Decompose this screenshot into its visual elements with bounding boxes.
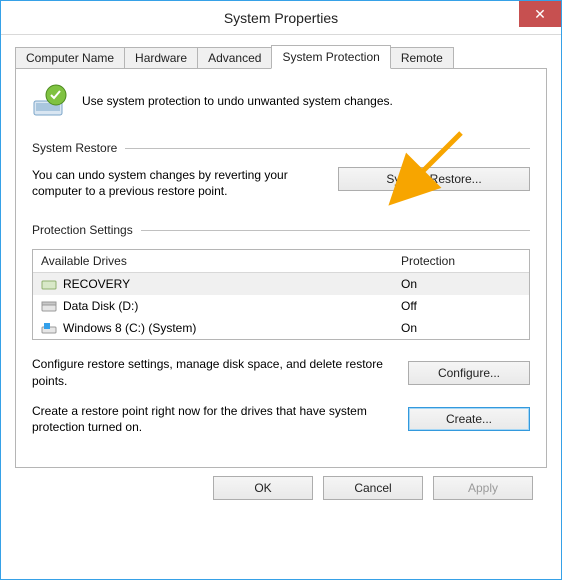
drive-name: Data Disk (D:) xyxy=(63,299,138,313)
divider xyxy=(141,230,530,231)
restore-description: You can undo system changes by reverting… xyxy=(32,167,320,199)
apply-button: Apply xyxy=(433,476,533,500)
table-row[interactable]: RECOVERY On xyxy=(33,273,529,295)
create-button[interactable]: Create... xyxy=(408,407,530,431)
tab-panel: Use system protection to undo unwanted s… xyxy=(15,68,547,468)
drive-icon xyxy=(41,300,57,313)
cancel-button[interactable]: Cancel xyxy=(323,476,423,500)
drive-icon xyxy=(41,278,57,291)
drive-status: Off xyxy=(401,299,521,313)
configure-row: Configure restore settings, manage disk … xyxy=(32,356,530,388)
close-icon: ✕ xyxy=(534,6,546,23)
table-row[interactable]: Windows 8 (C:) (System) On xyxy=(33,317,529,339)
tab-system-protection[interactable]: System Protection xyxy=(271,45,390,69)
dialog-footer: OK Cancel Apply xyxy=(15,468,547,500)
window-title: System Properties xyxy=(224,10,338,26)
table-row[interactable]: Data Disk (D:) Off xyxy=(33,295,529,317)
drive-name: Windows 8 (C:) (System) xyxy=(63,321,196,335)
protection-settings-label: Protection Settings xyxy=(32,223,133,237)
tab-remote[interactable]: Remote xyxy=(390,47,454,69)
drive-status: On xyxy=(401,277,521,291)
configure-button[interactable]: Configure... xyxy=(408,361,530,385)
create-description: Create a restore point right now for the… xyxy=(32,403,390,435)
restore-row: You can undo system changes by reverting… xyxy=(32,167,530,199)
tab-strip: Computer Name Hardware Advanced System P… xyxy=(15,47,547,69)
tab-computer-name[interactable]: Computer Name xyxy=(15,47,125,69)
divider xyxy=(125,148,530,149)
close-button[interactable]: ✕ xyxy=(519,1,561,27)
system-restore-heading: System Restore xyxy=(32,141,530,155)
dialog-body: Computer Name Hardware Advanced System P… xyxy=(1,35,561,510)
tab-hardware[interactable]: Hardware xyxy=(124,47,198,69)
drive-status: On xyxy=(401,321,521,335)
column-protection[interactable]: Protection xyxy=(401,254,521,268)
column-available-drives[interactable]: Available Drives xyxy=(41,254,401,268)
intro-row: Use system protection to undo unwanted s… xyxy=(32,83,530,119)
drive-icon xyxy=(41,322,57,335)
system-restore-button[interactable]: System Restore... xyxy=(338,167,530,191)
system-restore-label: System Restore xyxy=(32,141,117,155)
configure-description: Configure restore settings, manage disk … xyxy=(32,356,390,388)
drives-header: Available Drives Protection xyxy=(33,250,529,273)
drive-name: RECOVERY xyxy=(63,277,130,291)
system-protection-icon xyxy=(32,83,68,119)
titlebar: System Properties ✕ xyxy=(1,1,561,35)
drives-table: Available Drives Protection RECOVERY On xyxy=(32,249,530,340)
ok-button[interactable]: OK xyxy=(213,476,313,500)
tab-advanced[interactable]: Advanced xyxy=(197,47,272,69)
intro-text: Use system protection to undo unwanted s… xyxy=(82,94,393,108)
protection-settings-heading: Protection Settings xyxy=(32,223,530,237)
create-row: Create a restore point right now for the… xyxy=(32,403,530,435)
system-properties-window: System Properties ✕ Computer Name Hardwa… xyxy=(0,0,562,580)
